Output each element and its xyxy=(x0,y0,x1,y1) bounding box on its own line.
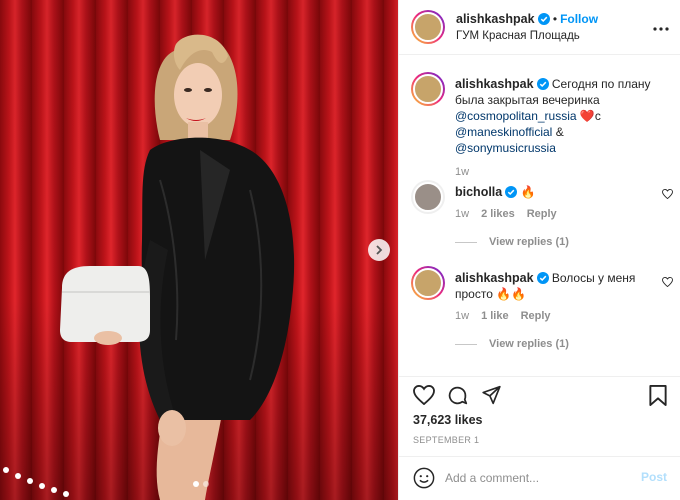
commenter-username[interactable]: bicholla xyxy=(455,185,502,199)
heart-outline-icon xyxy=(662,188,673,200)
share-button[interactable] xyxy=(481,385,502,408)
comment-button[interactable] xyxy=(447,385,468,409)
carousel-dots xyxy=(193,481,209,487)
caption-line1: Сегодня по плану xyxy=(551,77,651,91)
like-comment-button[interactable] xyxy=(662,276,673,290)
like-comment-button[interactable] xyxy=(662,188,673,202)
comment-body-line2: просто 🔥🔥 xyxy=(455,287,527,301)
comment-time[interactable]: 1w xyxy=(455,310,469,322)
share-icon xyxy=(482,385,501,405)
comment-likes[interactable]: 2 likes xyxy=(481,208,515,220)
like-button[interactable] xyxy=(413,384,435,408)
caption-avatar[interactable] xyxy=(411,72,445,106)
next-photo-button[interactable] xyxy=(368,239,390,261)
mention-link[interactable]: @maneskinofficial xyxy=(455,125,552,139)
add-comment-bar: Post xyxy=(399,456,680,500)
commenter-username[interactable]: alishkashpak xyxy=(455,271,534,285)
author-username[interactable]: alishkashpak xyxy=(456,12,535,26)
post-date[interactable]: SEPTEMBER 1 xyxy=(413,435,479,445)
chevron-right-icon xyxy=(376,245,383,255)
view-replies-label: View replies (1) xyxy=(489,236,569,248)
caption-username[interactable]: alishkashpak xyxy=(455,77,534,91)
commenter-avatar[interactable] xyxy=(411,266,445,300)
follow-button[interactable]: Follow xyxy=(560,12,598,26)
post-comment-button[interactable]: Post xyxy=(641,470,667,484)
comment-time[interactable]: 1w xyxy=(455,208,469,220)
bookmark-icon xyxy=(649,385,667,406)
post-actions: 37,623 likes SEPTEMBER 1 xyxy=(399,376,680,456)
caption-line2: была закрытая вечеринка xyxy=(455,93,600,107)
caption-conj: с xyxy=(594,109,601,123)
likes-count[interactable]: 37,623 likes xyxy=(413,413,483,427)
comment-text: bicholla 🔥 xyxy=(455,184,665,200)
reply-button[interactable]: Reply xyxy=(527,208,557,220)
emoji-icon xyxy=(413,467,435,489)
comment-icon xyxy=(448,386,468,405)
verified-badge-icon xyxy=(536,272,549,284)
header-title-row: alishkashpak • Follow xyxy=(456,12,598,26)
photo-subject xyxy=(3,34,295,500)
emoji-button[interactable] xyxy=(413,467,435,492)
carousel-dot xyxy=(193,481,199,487)
comments-list: alishkashpak Сегодня по плану была закры… xyxy=(399,56,680,376)
carousel-dot xyxy=(203,481,209,487)
reply-button[interactable]: Reply xyxy=(521,310,551,322)
comment-text: alishkashpak Волосы у меня просто 🔥🔥 xyxy=(455,270,665,302)
view-replies-button[interactable]: View replies (1) xyxy=(455,236,569,248)
caption-time[interactable]: 1w xyxy=(455,166,469,178)
more-options-button[interactable] xyxy=(653,20,669,34)
caption-meta: 1w xyxy=(455,166,469,178)
verified-badge-icon xyxy=(505,186,518,198)
view-replies-button[interactable]: View replies (1) xyxy=(455,338,569,350)
comment-meta: 1w 2 likes Reply xyxy=(455,208,557,220)
post-location[interactable]: ГУМ Красная Площадь xyxy=(456,30,580,42)
heart-outline-icon xyxy=(662,276,673,288)
more-horizontal-icon xyxy=(653,27,669,31)
heart-icon xyxy=(413,384,435,406)
mention-link[interactable]: @sonymusicrussia xyxy=(455,141,556,155)
view-replies-label: View replies (1) xyxy=(489,338,569,350)
post-header: alishkashpak • Follow ГУМ Красная Площадь xyxy=(399,0,680,55)
heart-emoji: ❤️ xyxy=(579,109,595,123)
replies-line xyxy=(455,343,477,345)
comment-meta: 1w 1 like Reply xyxy=(455,310,551,322)
mention-link[interactable]: @cosmopolitan_russia xyxy=(455,109,577,123)
comment-input[interactable] xyxy=(445,468,625,488)
caption-text: alishkashpak Сегодня по плану была закры… xyxy=(455,76,665,156)
commenter-avatar[interactable] xyxy=(411,180,445,214)
post-details-panel: alishkashpak • Follow ГУМ Красная Площадь… xyxy=(398,0,680,500)
comment-body-line1: Волосы у меня xyxy=(551,271,636,285)
save-button[interactable] xyxy=(649,385,667,409)
caption-conj: & xyxy=(555,125,564,139)
comment-item: alishkashpak Волосы у меня просто 🔥🔥 1w … xyxy=(411,266,673,366)
post-photo[interactable] xyxy=(0,0,398,500)
caption: alishkashpak Сегодня по плану была закры… xyxy=(411,72,673,178)
comment-likes[interactable]: 1 like xyxy=(481,310,509,322)
author-avatar[interactable] xyxy=(411,10,445,44)
verified-badge-icon xyxy=(536,78,549,90)
separator-dot: • xyxy=(552,12,558,26)
comment-body: 🔥 xyxy=(520,185,536,199)
verified-badge-icon xyxy=(537,13,550,25)
replies-line xyxy=(455,241,477,243)
comment-item: bicholla 🔥 1w 2 likes Reply View replies… xyxy=(411,180,673,260)
